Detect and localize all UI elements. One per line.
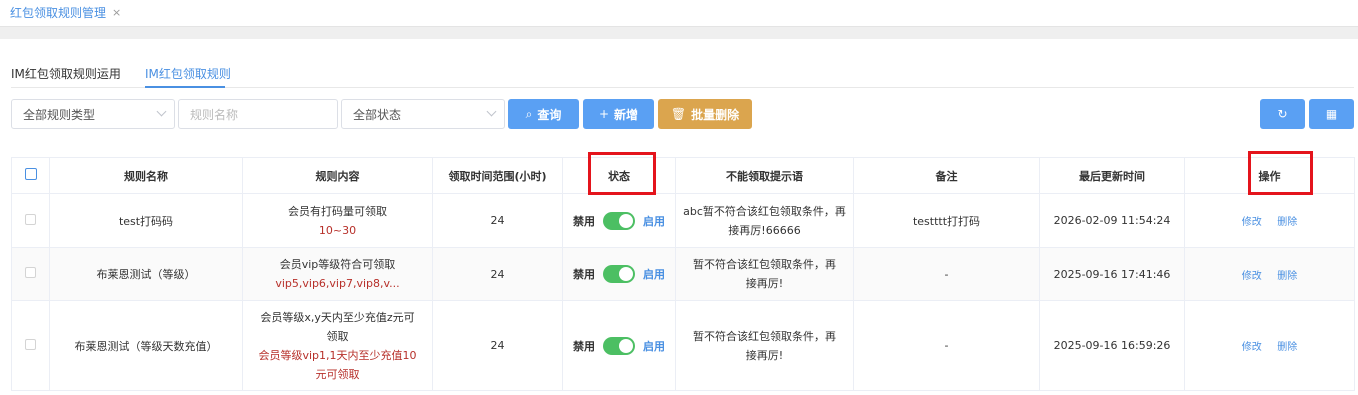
chevron-down-icon xyxy=(156,106,167,117)
status-toggle[interactable] xyxy=(603,211,635,230)
rule-content: 会员vip等级符合可领取 vip5,vip6,vip7,vip8,v... xyxy=(242,247,433,301)
col-rule-content: 规则内容 xyxy=(242,157,433,194)
add-button[interactable]: + 新增 xyxy=(583,99,654,129)
rule-content: 会员有打码量可领取 10~30 xyxy=(242,193,433,248)
edit-link[interactable]: 修改 xyxy=(1242,217,1262,228)
table-row: test打码码 会员有打码量可领取 10~30 24 禁用 启用 abc暂不符合… xyxy=(11,193,1355,248)
refresh-icon: ↻ xyxy=(1277,107,1288,121)
actions-cell: 修改 删除 xyxy=(1184,300,1355,391)
refresh-button[interactable]: ↻ xyxy=(1260,99,1305,129)
updated-time: 2025-09-16 16:59:26 xyxy=(1039,300,1185,391)
status-on-label: 启用 xyxy=(643,268,665,281)
rule-content: 会员等级x,y天内至少充值z元可领取 会员等级vip1,1天内至少充值10元可领… xyxy=(242,300,433,391)
tip: abc暂不符合该红包领取条件，再接再厉!66666 xyxy=(675,193,854,248)
rule-name-input[interactable]: 规则名称 xyxy=(178,99,338,129)
top-tab-bar: 红包领取规则管理 × xyxy=(0,0,1358,27)
delete-link[interactable]: 删除 xyxy=(1277,217,1297,228)
query-button[interactable]: ⌕ 查询 xyxy=(508,99,579,129)
rule-content-value: 10~30 xyxy=(318,223,357,237)
sub-tab-bar: IM红包领取规则运用 IM红包领取规则 xyxy=(11,58,1354,88)
divider-band xyxy=(0,27,1358,39)
rule-content-value: 会员等级vip1,1天内至少充值10元可领取 xyxy=(258,348,417,381)
tip: 暂不符合该红包领取条件，再接再厉! xyxy=(675,247,854,301)
chevron-down-icon xyxy=(486,106,497,117)
remark: testttt打打码 xyxy=(853,193,1040,248)
remark: - xyxy=(853,247,1040,301)
status-off-label: 禁用 xyxy=(573,339,595,353)
status-on-label: 启用 xyxy=(643,214,665,228)
rule-name: test打码码 xyxy=(49,193,243,248)
batch-delete-button[interactable]: 🗑 批量删除 xyxy=(658,99,752,129)
grid-icon: ▦ xyxy=(1325,107,1338,121)
query-label: 查询 xyxy=(537,107,562,122)
status-off-label: 禁用 xyxy=(573,268,595,281)
rule-content-text: 会员有打码量可领取 xyxy=(288,204,387,218)
status-cell: 禁用 启用 xyxy=(562,247,676,301)
row-checkbox[interactable] xyxy=(25,267,36,278)
status-toggle[interactable] xyxy=(603,265,635,283)
select-all-checkbox[interactable] xyxy=(24,168,37,180)
status-cell: 禁用 启用 xyxy=(562,193,676,248)
delete-link[interactable]: 删除 xyxy=(1277,342,1297,353)
status-toggle[interactable] xyxy=(603,336,635,355)
rule-content-value: vip5,vip6,vip7,vip8,v... xyxy=(275,277,400,290)
edit-link[interactable]: 修改 xyxy=(1242,271,1262,282)
table-header-row: 规则名称 规则内容 领取时间范围(小时) 状态 不能领取提示语 备注 最后更新时… xyxy=(11,157,1355,194)
col-remark: 备注 xyxy=(853,157,1040,194)
tab-red-packet-rules[interactable]: 红包领取规则管理 × xyxy=(10,4,121,21)
active-tab-indicator xyxy=(145,86,225,88)
hours: 24 xyxy=(432,247,563,301)
remark: - xyxy=(853,300,1040,391)
close-icon[interactable]: × xyxy=(112,6,121,19)
actions-cell: 修改 删除 xyxy=(1184,193,1355,248)
rule-content-text: 会员等级x,y天内至少充值z元可领取 xyxy=(260,310,415,343)
rule-name: 布莱恩测试（等级天数充值） xyxy=(49,300,243,391)
rule-name: 布莱恩测试（等级） xyxy=(49,247,243,301)
tab-im-rule-usage[interactable]: IM红包领取规则运用 xyxy=(11,65,121,82)
edit-link[interactable]: 修改 xyxy=(1242,342,1262,353)
updated-time: 2025-09-16 17:41:46 xyxy=(1039,247,1185,301)
row-checkbox[interactable] xyxy=(25,338,36,350)
rule-type-value: 全部规则类型 xyxy=(23,107,96,122)
trash-icon: 🗑 xyxy=(670,107,687,121)
select-all-cell xyxy=(11,157,50,194)
status-on-label: 启用 xyxy=(643,339,665,353)
row-checkbox[interactable] xyxy=(25,213,36,225)
rule-type-select[interactable]: 全部规则类型 xyxy=(11,99,175,129)
col-actions: 操作 xyxy=(1184,157,1355,194)
status-value: 全部状态 xyxy=(353,107,402,122)
column-settings-button[interactable]: ▦ xyxy=(1309,99,1354,129)
status-cell: 禁用 启用 xyxy=(562,300,676,391)
delete-link[interactable]: 删除 xyxy=(1277,271,1297,282)
batch-delete-label: 批量删除 xyxy=(691,107,740,122)
hours: 24 xyxy=(432,193,563,248)
add-label: 新增 xyxy=(614,107,639,122)
status-off-label: 禁用 xyxy=(573,214,595,228)
updated-time: 2026-02-09 11:54:24 xyxy=(1039,193,1185,248)
col-updated: 最后更新时间 xyxy=(1039,157,1185,194)
rules-table: 规则名称 规则内容 领取时间范围(小时) 状态 不能领取提示语 备注 最后更新时… xyxy=(11,157,1355,391)
col-rule-name: 规则名称 xyxy=(49,157,243,194)
col-tip: 不能领取提示语 xyxy=(675,157,854,194)
col-hours: 领取时间范围(小时) xyxy=(432,157,563,194)
col-status: 状态 xyxy=(562,157,676,194)
plus-icon: + xyxy=(598,107,610,121)
search-icon: ⌕ xyxy=(525,106,533,121)
table-row: 布莱恩测试（等级天数充值） 会员等级x,y天内至少充值z元可领取 会员等级vip… xyxy=(11,300,1355,391)
tab-im-rules[interactable]: IM红包领取规则 xyxy=(145,65,231,82)
tip: 暂不符合该红包领取条件，再接再厉! xyxy=(675,300,854,391)
actions-cell: 修改 删除 xyxy=(1184,247,1355,301)
rule-name-placeholder: 规则名称 xyxy=(190,107,239,122)
tab-label: 红包领取规则管理 xyxy=(10,6,107,20)
status-select[interactable]: 全部状态 xyxy=(341,99,505,129)
hours: 24 xyxy=(432,300,563,391)
table-row: 布莱恩测试（等级） 会员vip等级符合可领取 vip5,vip6,vip7,vi… xyxy=(11,247,1355,301)
rule-content-text: 会员vip等级符合可领取 xyxy=(279,258,396,271)
